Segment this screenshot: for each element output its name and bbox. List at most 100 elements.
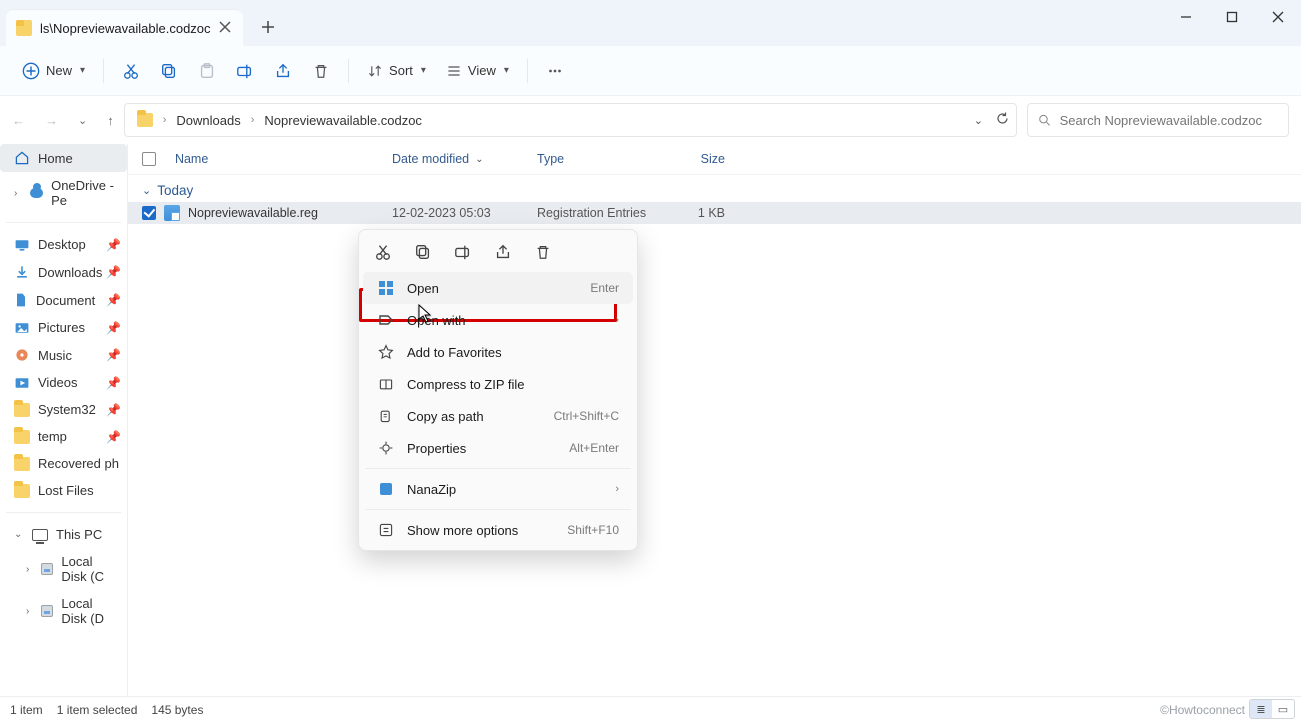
star-icon <box>377 344 395 360</box>
sort-button[interactable]: Sort ▾ <box>359 57 434 85</box>
chevron-right-icon: › <box>615 483 619 495</box>
music-icon <box>14 347 30 363</box>
breadcrumb[interactable]: › Downloads › Nopreviewavailable.codzoc … <box>124 103 1017 137</box>
file-row[interactable]: Nopreviewavailable.reg 12-02-2023 05:03 … <box>128 202 1301 224</box>
new-button[interactable]: New ▾ <box>14 56 93 86</box>
search-input[interactable] <box>1060 113 1278 128</box>
paste-button[interactable] <box>190 56 224 86</box>
recent-locations-button[interactable]: ⌄ <box>78 114 87 127</box>
sidebar-item-label: Downloads <box>38 265 102 280</box>
details-view-icon[interactable]: ≣ <box>1250 700 1272 718</box>
search-box[interactable] <box>1027 103 1289 137</box>
rename-icon[interactable] <box>453 242 473 262</box>
videos-icon <box>14 376 30 390</box>
rename-button[interactable] <box>228 56 262 86</box>
folder-icon <box>14 484 30 498</box>
chevron-down-icon: ⌄ <box>142 184 151 197</box>
group-header[interactable]: ⌄ Today <box>128 175 1301 198</box>
new-tab-button[interactable] <box>253 12 283 42</box>
col-date[interactable]: Date modified ⌄ <box>392 152 537 166</box>
cut-icon[interactable] <box>373 242 393 262</box>
file-pane: Name Date modified ⌄ Type Size ⌄ Today N… <box>128 144 1301 696</box>
ctx-open[interactable]: Open Enter <box>363 272 633 304</box>
back-button[interactable]: ← <box>12 113 25 128</box>
sidebar-disk-d[interactable]: › Local Disk (D <box>0 590 127 632</box>
cloud-icon <box>30 188 43 198</box>
nav-arrows: ← → ⌄ ↑ <box>12 113 114 128</box>
sidebar-item-label: Videos <box>38 375 78 390</box>
sidebar-item-videos[interactable]: Videos📌 <box>0 369 127 396</box>
delete-icon[interactable] <box>533 242 553 262</box>
pin-icon: 📌 <box>106 293 121 307</box>
col-size[interactable]: Size <box>655 152 725 166</box>
delete-button[interactable] <box>304 56 338 86</box>
ctx-shortcut: Alt+Enter <box>569 441 619 455</box>
chevron-down-icon: ▾ <box>80 65 85 76</box>
ctx-show-more[interactable]: Show more options Shift+F10 <box>363 514 633 546</box>
tab-title: ls\Nopreviewavailable.codzoc <box>40 21 211 36</box>
search-icon <box>1038 113 1052 128</box>
sidebar-item-documents[interactable]: Document📌 <box>0 286 127 314</box>
ctx-add-favorites[interactable]: Add to Favorites <box>363 336 633 368</box>
row-checkbox[interactable] <box>142 206 156 220</box>
open-icon <box>377 280 395 296</box>
more-button[interactable] <box>538 56 572 86</box>
minimize-button[interactable] <box>1163 0 1209 34</box>
col-name[interactable]: Name <box>142 152 392 166</box>
file-name: Nopreviewavailable.reg <box>188 206 318 220</box>
close-tab-icon[interactable] <box>219 21 233 35</box>
breadcrumb-root[interactable] <box>131 111 159 129</box>
sidebar-item-lostfiles[interactable]: Lost Files <box>0 477 127 504</box>
breadcrumb-dropdown[interactable]: ⌄ <box>974 114 983 127</box>
ctx-properties[interactable]: Properties Alt+Enter <box>363 432 633 464</box>
copy-icon[interactable] <box>413 242 433 262</box>
show-more-icon <box>377 522 395 538</box>
chevron-down-icon: ▾ <box>421 65 426 76</box>
status-bytes: 145 bytes <box>151 703 203 717</box>
col-type[interactable]: Type <box>537 152 655 166</box>
ctx-compress-zip[interactable]: Compress to ZIP file <box>363 368 633 400</box>
forward-button[interactable]: → <box>45 113 58 128</box>
view-mode-toggle[interactable]: ≣ ▭ <box>1249 699 1295 719</box>
desktop-icon <box>14 238 30 252</box>
view-button[interactable]: View ▾ <box>438 57 517 85</box>
close-window-button[interactable] <box>1255 0 1301 34</box>
copy-button[interactable] <box>152 56 186 86</box>
sidebar-disk-c[interactable]: ›Local Disk (C <box>0 548 127 590</box>
sidebar-item-pictures[interactable]: Pictures📌 <box>0 314 127 341</box>
sidebar-item-label: Pictures <box>38 320 85 335</box>
col-date-label: Date modified <box>392 152 469 166</box>
ctx-shortcut: Enter <box>590 281 619 295</box>
large-icons-view-icon[interactable]: ▭ <box>1272 700 1294 718</box>
chevron-right-icon: › <box>26 606 35 617</box>
maximize-button[interactable] <box>1209 0 1255 34</box>
cut-button[interactable] <box>114 56 148 86</box>
sidebar-item-system32[interactable]: System32📌 <box>0 396 127 423</box>
pin-icon: 📌 <box>106 430 121 444</box>
sidebar-onedrive[interactable]: › OneDrive - Pe <box>0 172 127 214</box>
ctx-nanazip[interactable]: NanaZip › <box>363 473 633 505</box>
home-icon <box>14 150 30 166</box>
sidebar-item-temp[interactable]: temp📌 <box>0 423 127 450</box>
sidebar-item-music[interactable]: Music📌 <box>0 341 127 369</box>
folder-icon <box>14 457 30 471</box>
ctx-copy-path[interactable]: Copy as path Ctrl+Shift+C <box>363 400 633 432</box>
sidebar-item-recovered[interactable]: Recovered ph <box>0 450 127 477</box>
document-icon <box>14 292 28 308</box>
ctx-open-with[interactable]: Open with › <box>363 304 633 336</box>
breadcrumb-item[interactable]: Nopreviewavailable.codzoc <box>258 111 428 130</box>
sidebar-home[interactable]: Home <box>0 144 127 172</box>
up-button[interactable]: ↑ <box>107 113 114 128</box>
select-all-checkbox[interactable] <box>142 152 156 166</box>
window-tab[interactable]: ls\Nopreviewavailable.codzoc <box>6 10 243 46</box>
share-button[interactable] <box>266 56 300 86</box>
sidebar-item-downloads[interactable]: Downloads📌 <box>0 258 127 286</box>
window-controls <box>1163 0 1301 34</box>
sidebar-item-label: Local Disk (D <box>61 596 119 626</box>
sidebar-thispc[interactable]: ⌄This PC <box>0 521 127 548</box>
share-icon[interactable] <box>493 242 513 262</box>
sidebar-item-desktop[interactable]: Desktop📌 <box>0 231 127 258</box>
breadcrumb-item[interactable]: Downloads <box>170 111 246 130</box>
download-icon <box>14 264 30 280</box>
refresh-button[interactable] <box>995 111 1010 129</box>
